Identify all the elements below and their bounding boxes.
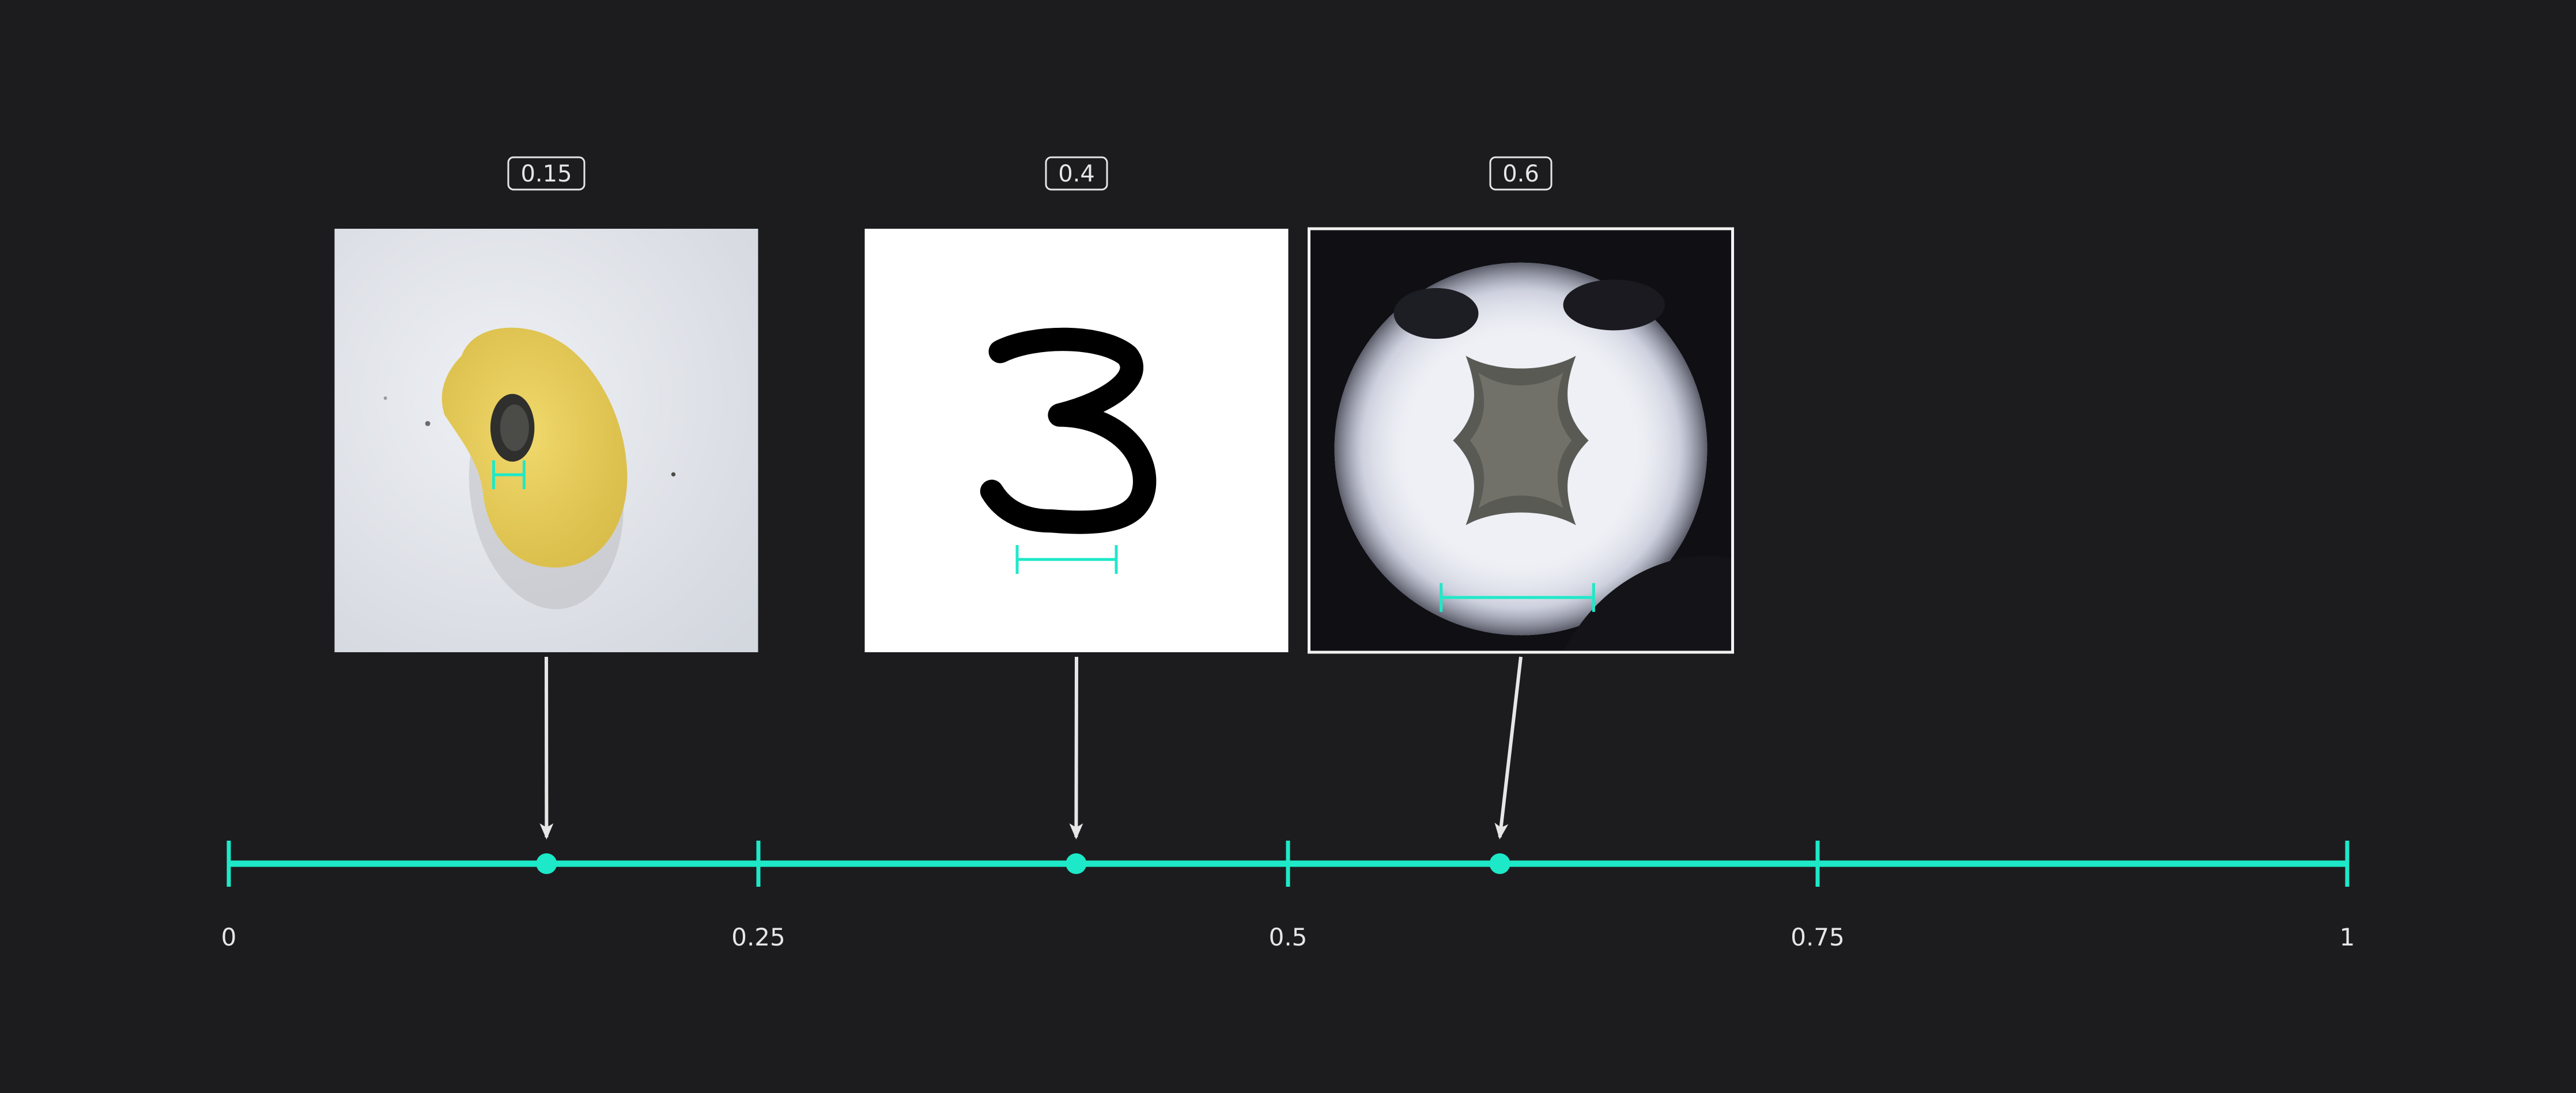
value-badge: 0.15	[507, 156, 586, 191]
potato-chip-with-dark-spot-image	[334, 229, 758, 652]
scale-diagram: 0 0.25 0.5 0.75 1 0.15 0.4 0.6	[221, 156, 2355, 951]
image-card-potato-chip-with-dark-spot: 0.15	[334, 156, 758, 874]
axis-tick-label: 0.75	[1791, 923, 1845, 951]
handwritten-digit-three-image	[865, 229, 1289, 652]
value-badge: 0.6	[1489, 156, 1553, 191]
value-badge-label: 0.15	[520, 161, 572, 187]
image-card-phillips-screw-head-closeup: 0.6	[1308, 156, 1734, 874]
image-cards: 0.15 0.4 0.6	[334, 156, 1734, 874]
value-point	[536, 853, 557, 874]
pointer-arrow	[1494, 656, 1523, 839]
value-badge-label: 0.4	[1058, 161, 1095, 187]
axis-tick-label: 1	[2340, 923, 2355, 951]
value-badge: 0.4	[1045, 156, 1108, 191]
value-badge-label: 0.6	[1502, 161, 1539, 187]
axis-tick-label: 0.5	[1269, 923, 1308, 951]
pointer-arrow	[1069, 656, 1083, 839]
axis-tick-label: 0	[221, 923, 237, 951]
axis-tick-label: 0.25	[731, 923, 785, 951]
value-point	[1489, 853, 1510, 874]
image-card-handwritten-digit-three: 0.4	[865, 156, 1289, 874]
phillips-screw-head-closeup-image	[1309, 229, 1733, 652]
value-point	[1066, 853, 1087, 874]
